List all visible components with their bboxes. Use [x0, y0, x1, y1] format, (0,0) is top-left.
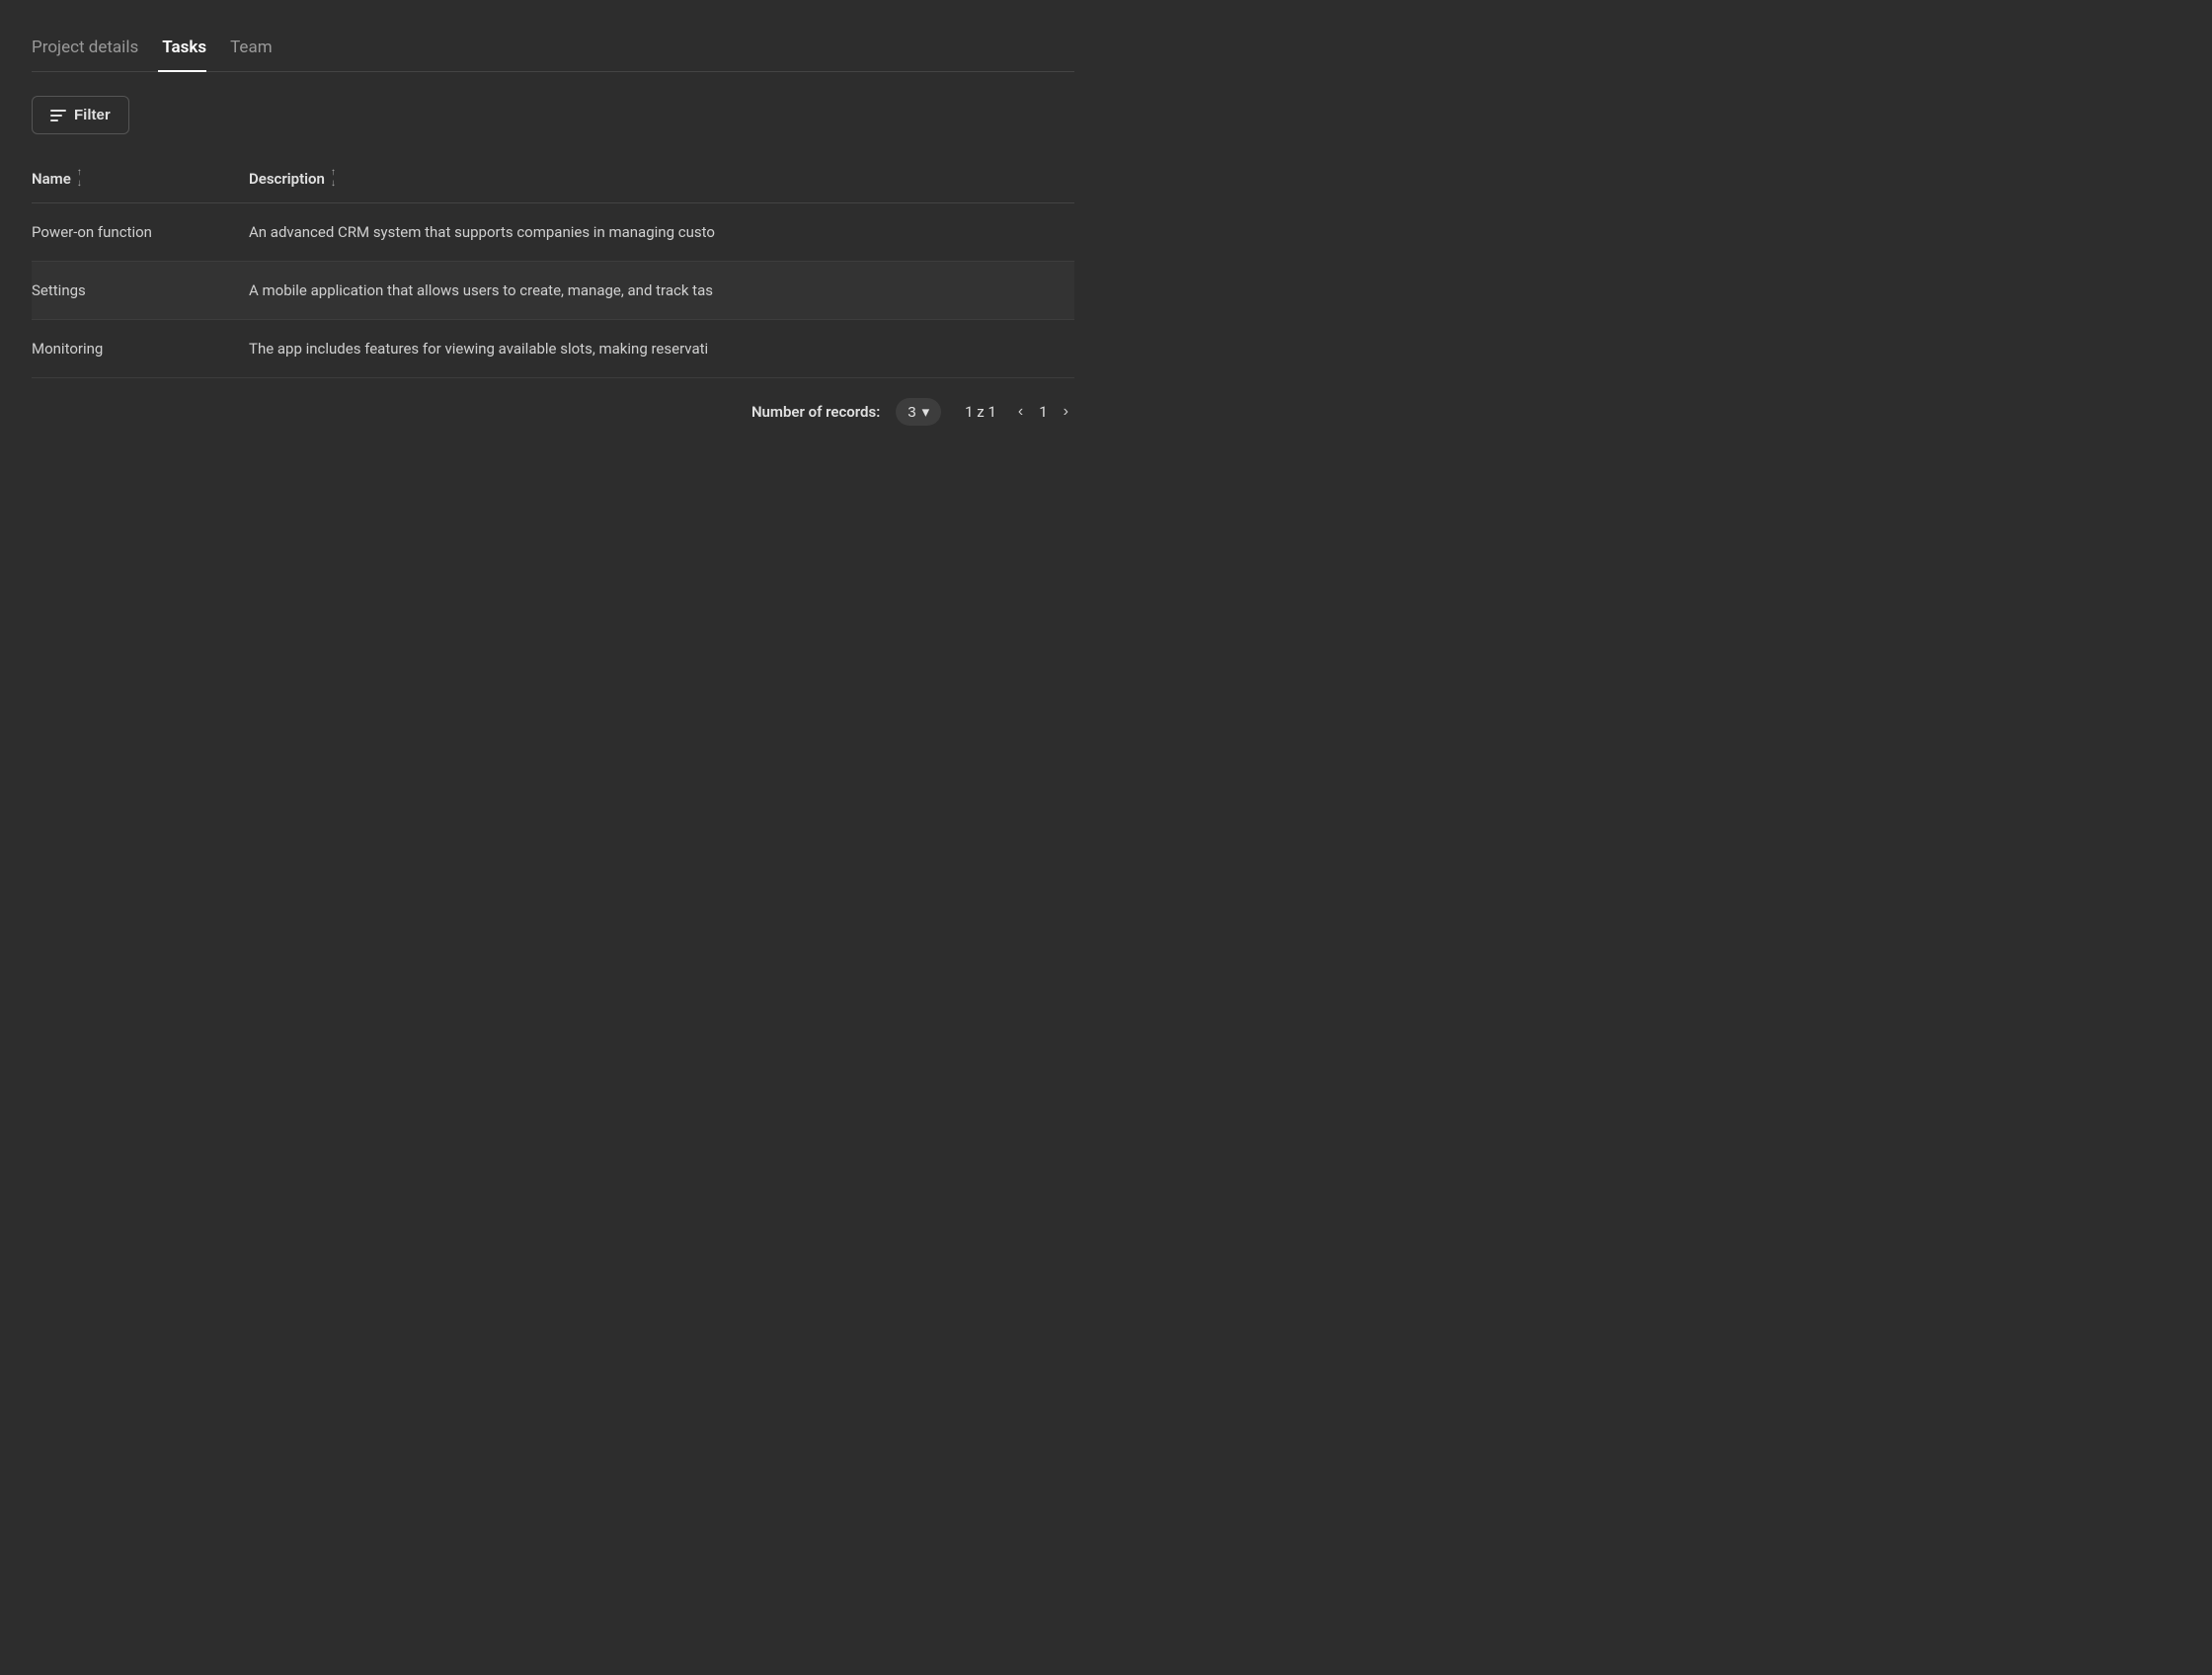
filter-line-2 — [50, 115, 62, 117]
filter-line-1 — [50, 110, 66, 112]
records-count: 3 — [908, 404, 915, 421]
records-per-page-selector[interactable]: 3 ▾ — [896, 398, 941, 426]
name-sort-icon[interactable]: ↑ ↓ — [77, 168, 82, 189]
column-header-name[interactable]: Name ↑ ↓ — [32, 154, 249, 203]
task-name-cell: Power-on function — [32, 203, 249, 262]
filter-label: Filter — [74, 107, 111, 123]
tab-team[interactable]: Team — [226, 28, 292, 71]
task-description-cell: A mobile application that allows users t… — [249, 262, 1074, 320]
sort-up-arrow: ↑ — [77, 168, 82, 178]
filter-icon — [50, 110, 66, 121]
tab-project-details[interactable]: Project details — [32, 28, 158, 71]
table-row[interactable]: MonitoringThe app includes features for … — [32, 320, 1074, 378]
filter-button[interactable]: Filter — [32, 96, 129, 134]
page-info: 1 z 1 — [965, 403, 996, 421]
page-container: Project details Tasks Team Filter Name ↑ — [0, 0, 1106, 461]
task-name-cell: Settings — [32, 262, 249, 320]
current-page-number: 1 — [1033, 399, 1053, 425]
task-description-cell: An advanced CRM system that supports com… — [249, 203, 1074, 262]
table-row[interactable]: Power-on functionAn advanced CRM system … — [32, 203, 1074, 262]
table-body: Power-on functionAn advanced CRM system … — [32, 203, 1074, 378]
tasks-table: Name ↑ ↓ Description ↑ ↓ — [32, 154, 1074, 378]
column-name-label: Name — [32, 170, 71, 188]
prev-page-button[interactable]: ‹ — [1012, 399, 1029, 425]
task-description-cell: The app includes features for viewing av… — [249, 320, 1074, 378]
description-sort-icon[interactable]: ↑ ↓ — [331, 168, 336, 189]
records-label: Number of records: — [751, 403, 880, 421]
table-header-row: Name ↑ ↓ Description ↑ ↓ — [32, 154, 1074, 203]
page-navigation: ‹ 1 › — [1012, 399, 1074, 425]
filter-line-3 — [50, 120, 58, 121]
tab-navigation: Project details Tasks Team — [32, 28, 1074, 72]
column-header-description[interactable]: Description ↑ ↓ — [249, 154, 1074, 203]
next-page-button[interactable]: › — [1058, 399, 1074, 425]
task-name-cell: Monitoring — [32, 320, 249, 378]
sort-up-arrow: ↑ — [331, 168, 336, 178]
table-row[interactable]: SettingsA mobile application that allows… — [32, 262, 1074, 320]
column-description-label: Description — [249, 170, 325, 188]
sort-down-arrow: ↓ — [331, 179, 336, 189]
chevron-down-icon: ▾ — [922, 403, 930, 421]
filter-section: Filter — [32, 96, 1074, 134]
pagination-row: Number of records: 3 ▾ 1 z 1 ‹ 1 › — [32, 378, 1074, 434]
tab-tasks[interactable]: Tasks — [158, 28, 226, 71]
sort-down-arrow: ↓ — [77, 179, 82, 189]
